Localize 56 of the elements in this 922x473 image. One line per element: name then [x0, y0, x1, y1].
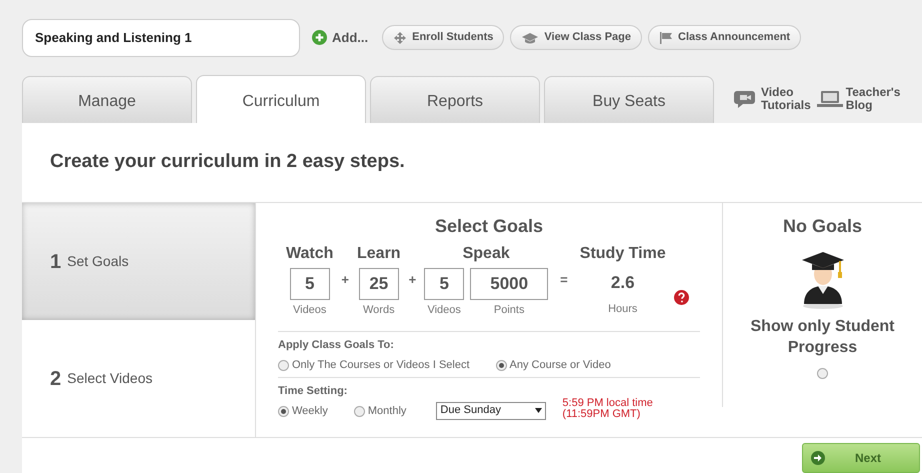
- tab[interactable]: Manage: [22, 76, 192, 123]
- option-label: Any Course or Video: [510, 358, 611, 373]
- dropdown-arrow-icon: [535, 408, 542, 413]
- step-item[interactable]: 1 Set Goals: [22, 203, 255, 320]
- unit-label: Words: [362, 303, 395, 318]
- graduation-cap-icon: [521, 32, 540, 44]
- radio-button[interactable]: [278, 360, 289, 371]
- option-label: Only The Courses or Videos I Select: [292, 358, 470, 373]
- deadline-text: 5:59 PM local time (11:59PM GMT): [562, 398, 653, 420]
- toolbar-button[interactable]: Class Announcement: [648, 25, 802, 50]
- section-title: No Goals: [782, 215, 862, 238]
- tab[interactable]: Buy Seats: [544, 76, 714, 123]
- plus-icon: [312, 30, 327, 45]
- equals-sign: =: [560, 271, 568, 289]
- number-field[interactable]: 5: [424, 268, 464, 300]
- unit-label: Points: [494, 303, 524, 318]
- arrow-right-icon: [811, 451, 825, 465]
- arrows-icon: [393, 32, 408, 44]
- radio-button[interactable]: [278, 406, 289, 417]
- number-field[interactable]: 5: [290, 268, 330, 300]
- radio-button[interactable]: [496, 360, 507, 371]
- unit-label: Hours: [608, 302, 638, 317]
- column-heading: Study Time: [580, 244, 666, 264]
- due-day-dropdown[interactable]: Due Sunday: [436, 402, 546, 420]
- tab[interactable]: Reports: [370, 76, 540, 123]
- add-button[interactable]: Add...: [312, 28, 368, 48]
- plus-sign: +: [408, 271, 416, 289]
- radio-button[interactable]: [817, 368, 828, 379]
- column-heading: Learn: [357, 244, 401, 264]
- unit-label: Videos: [427, 303, 461, 318]
- column-heading: Watch: [286, 244, 334, 264]
- field-label: Time Setting:: [278, 384, 348, 398]
- page-heading: Create your curriculum in 2 easy steps.: [50, 150, 405, 174]
- next-button[interactable]: Next: [802, 443, 920, 473]
- number-field[interactable]: 5000: [470, 268, 548, 300]
- study-time-value: 2.6: [610, 272, 635, 294]
- help-link[interactable]: Teacher's Blog: [816, 86, 900, 112]
- toolbar-button[interactable]: View Class Page: [510, 25, 642, 50]
- number-field[interactable]: 25: [358, 268, 399, 300]
- option-label: Weekly: [292, 404, 328, 419]
- radio-button[interactable]: [354, 406, 365, 417]
- option-label: Monthly: [368, 404, 406, 419]
- help-link[interactable]: Video Tutorials: [734, 86, 811, 112]
- tab[interactable]: Curriculum: [196, 75, 366, 123]
- laptop-icon: [816, 90, 843, 108]
- field-label: Apply Class Goals To:: [278, 338, 395, 352]
- section-title: Select Goals: [434, 215, 544, 238]
- column-heading: Speak: [462, 244, 510, 264]
- flag-icon: [659, 32, 674, 44]
- help-icon[interactable]: [674, 290, 689, 305]
- unit-label: Videos: [292, 303, 326, 318]
- class-name-field[interactable]: Speaking and Listening 1: [22, 18, 300, 56]
- plus-sign: +: [341, 271, 349, 289]
- option-label: Show only Student Progress: [750, 317, 896, 358]
- toolbar-button[interactable]: Enroll Students: [382, 25, 504, 50]
- video-chat-icon: [734, 89, 758, 109]
